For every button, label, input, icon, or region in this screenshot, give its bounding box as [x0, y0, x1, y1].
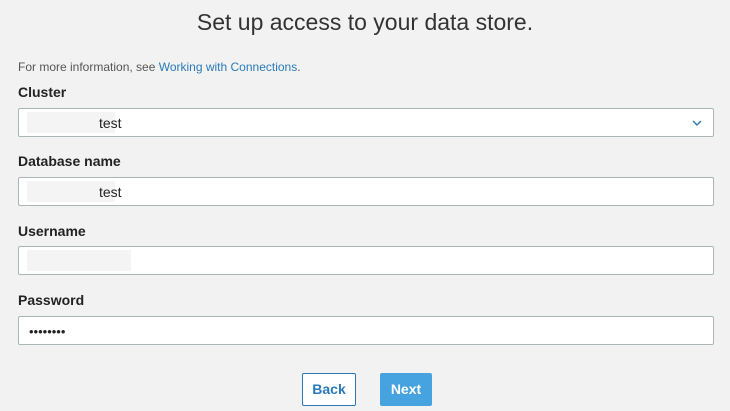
info-prefix: For more information, see — [18, 60, 159, 74]
chevron-down-icon[interactable] — [691, 118, 703, 128]
username-input[interactable] — [19, 247, 713, 274]
working-with-connections-link[interactable]: Working with Connections — [159, 60, 298, 74]
username-label: Username — [18, 223, 86, 239]
info-suffix: . — [297, 60, 301, 74]
cluster-label: Cluster — [18, 84, 67, 100]
password-value[interactable]: •••••••• — [29, 317, 65, 346]
database-name-label: Database name — [18, 153, 121, 169]
password-label: Password — [18, 292, 85, 308]
database-name-value: test — [99, 184, 122, 200]
username-field[interactable] — [18, 246, 714, 275]
info-text: For more information, see Working with C… — [18, 60, 301, 74]
cluster-value: test — [99, 115, 122, 131]
next-button[interactable]: Next — [380, 373, 432, 406]
password-field[interactable]: •••••••• — [18, 316, 714, 345]
database-name-field[interactable]: test — [18, 177, 714, 206]
cluster-select[interactable]: test — [18, 108, 714, 137]
back-button[interactable]: Back — [302, 373, 356, 406]
page-title: Set up access to your data store. — [196, 9, 534, 35]
